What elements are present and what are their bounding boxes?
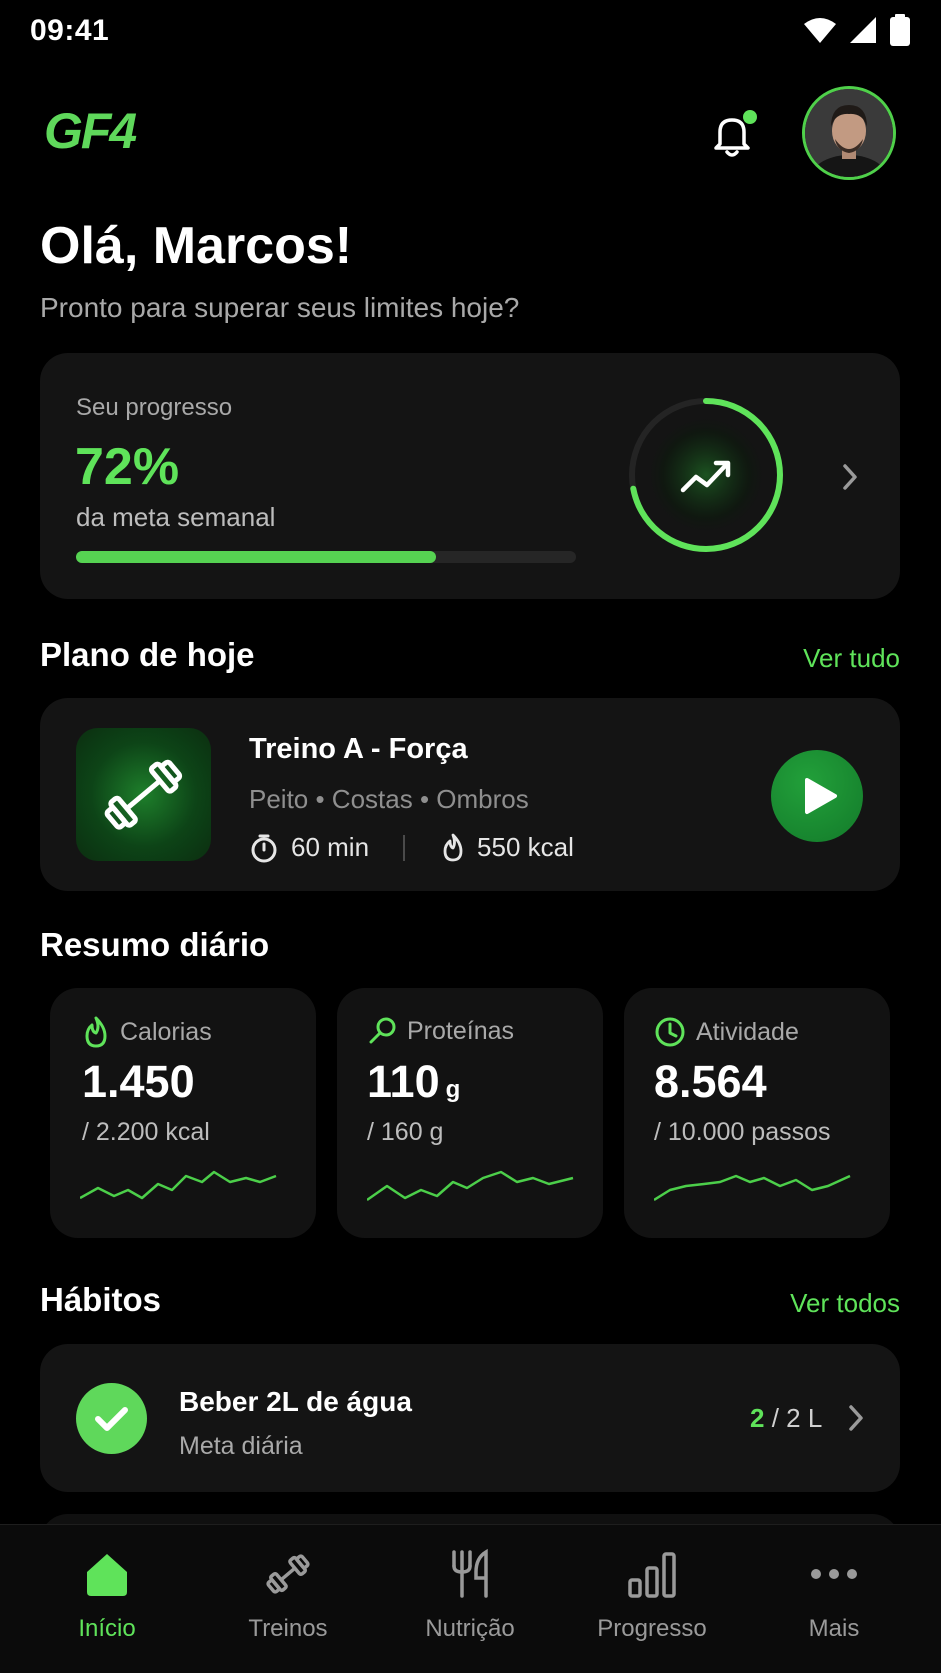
avatar-image: [805, 89, 893, 177]
habit-title: Beber 2L de água: [179, 1386, 412, 1417]
bar-chart-icon: [628, 1552, 676, 1598]
logo-text: GF4: [44, 104, 136, 156]
habit-check-button[interactable]: [76, 1383, 147, 1454]
flame-icon: [85, 1016, 107, 1048]
nav-item-progresso[interactable]: Progresso: [562, 1548, 742, 1643]
plan-section-title: Plano de hoje: [40, 636, 255, 673]
stat-label: Proteínas: [407, 1016, 515, 1045]
summary-section-title: Resumo diário: [40, 926, 270, 963]
stat-label: Atividade: [696, 1017, 799, 1046]
flame-icon: [443, 833, 463, 861]
chevron-right-icon[interactable]: [840, 462, 860, 497]
workout-thumbnail: [76, 728, 211, 861]
plan-see-all-link[interactable]: Ver tudo: [803, 643, 900, 674]
stat-unit: g: [445, 1076, 461, 1103]
clock-icon: [655, 1017, 685, 1047]
nav-label: Início: [78, 1615, 136, 1642]
progress-label: Seu progresso: [76, 394, 233, 421]
nav-item-mais[interactable]: Mais: [744, 1548, 924, 1643]
status-icons: [803, 14, 911, 46]
activity-card[interactable]: Atividade 8.564 / 10.000 passos: [624, 988, 890, 1238]
workout-calories: 550 kcal: [477, 832, 574, 862]
app-logo: GF4: [44, 103, 194, 161]
progress-bar-fill: [76, 551, 436, 563]
nav-label: Nutrição: [425, 1615, 515, 1642]
stat-label: Calorias: [120, 1017, 212, 1046]
play-icon: [805, 778, 837, 814]
habits-see-all-link[interactable]: Ver todos: [790, 1288, 900, 1319]
wifi-icon: [804, 18, 836, 43]
habit-current: 2: [750, 1403, 765, 1433]
progress-ring: [626, 395, 786, 555]
stat-goal: / 160 g: [367, 1118, 444, 1146]
stat-value: 1.450: [82, 1056, 195, 1107]
calories-card[interactable]: Calorias 1.450 / 2.200 kcal: [50, 988, 316, 1238]
greeting-title: Olá, Marcos!: [40, 217, 353, 275]
dumbbell-icon: [104, 759, 183, 830]
nav-item-nutricao[interactable]: Nutrição: [380, 1548, 560, 1643]
progress-subtitle: da meta semanal: [76, 502, 276, 532]
workout-meta: 60 min 550 kcal: [249, 832, 574, 863]
battery-icon: [890, 14, 910, 46]
check-icon: [95, 1407, 128, 1431]
nav-label: Treinos: [248, 1615, 328, 1642]
workout-title: Treino A - Força: [249, 733, 468, 765]
meta-divider: [403, 834, 406, 861]
stat-value: 110: [367, 1056, 440, 1107]
nav-label: Mais: [808, 1615, 860, 1642]
habits-section-title: Hábitos: [40, 1281, 162, 1318]
progress-percent: 72%: [75, 438, 180, 496]
timer-icon: [251, 834, 277, 862]
habit-progress: 2 / 2 L: [750, 1403, 822, 1434]
calories-sparkline: [80, 1170, 277, 1200]
dumbbell-icon: [266, 1554, 310, 1594]
profile-avatar[interactable]: [802, 86, 896, 180]
stat-goal: / 10.000 passos: [654, 1118, 831, 1146]
chevron-right-icon[interactable]: [846, 1403, 866, 1438]
workout-muscles: Peito • Costas • Ombros: [249, 784, 529, 814]
drumstick-icon: [369, 1017, 396, 1044]
utensils-icon: [452, 1548, 488, 1598]
habit-subtitle: Meta diária: [179, 1432, 303, 1460]
start-workout-button[interactable]: [771, 750, 863, 842]
workout-duration: 60 min: [291, 832, 370, 862]
status-time: 09:41: [30, 14, 110, 47]
nav-item-inicio[interactable]: Início: [17, 1548, 197, 1643]
stat-value: 8.564: [654, 1056, 767, 1107]
home-icon: [87, 1554, 127, 1596]
activity-sparkline: [654, 1174, 851, 1202]
protein-card[interactable]: Proteínas 110 g / 160 g: [337, 988, 603, 1238]
nav-label: Progresso: [597, 1615, 707, 1642]
more-icon: [811, 1569, 857, 1579]
stat-goal: / 2.200 kcal: [82, 1118, 210, 1146]
greeting-subtitle: Pronto para superar seus limites hoje?: [40, 292, 520, 323]
protein-sparkline: [367, 1170, 574, 1202]
nav-item-treinos[interactable]: Treinos: [198, 1548, 378, 1643]
signal-icon: [850, 17, 876, 43]
notifications-button[interactable]: [706, 108, 758, 160]
bell-icon: [714, 110, 757, 157]
habit-target: / 2 L: [771, 1403, 823, 1433]
